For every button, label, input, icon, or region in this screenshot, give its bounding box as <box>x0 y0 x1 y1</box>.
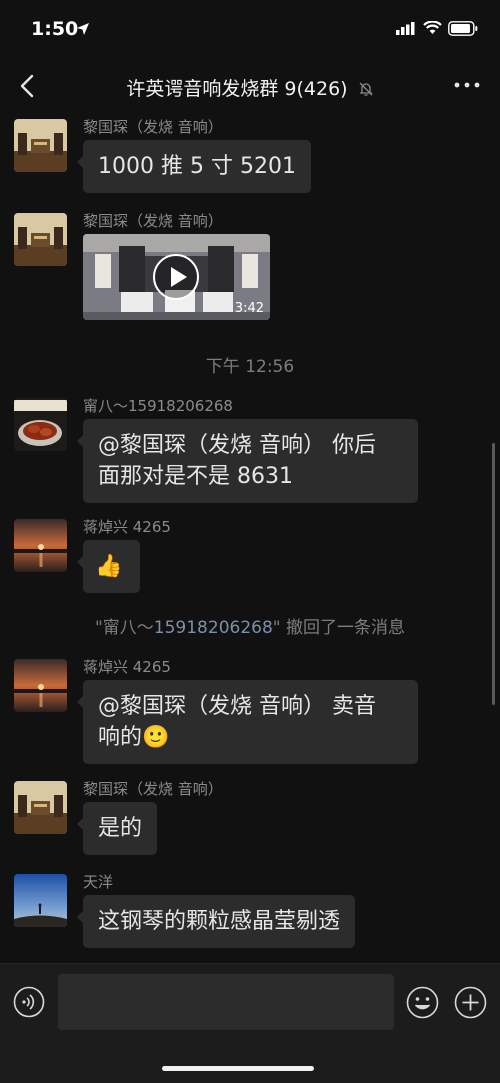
plus-circle-icon[interactable] <box>454 986 487 1019</box>
signal-icon <box>396 22 415 35</box>
message-text: 这钢琴的颗粒感晶莹剔透 <box>98 909 341 934</box>
message-bubble[interactable]: @黎国琛（发烧 音响） 你后 面那对是不是 8631 <box>77 419 418 503</box>
speaker-room-avatar <box>14 781 67 834</box>
recall-prefix: "甯八～ <box>94 618 154 638</box>
avatar[interactable] <box>14 398 67 451</box>
message-input[interactable] <box>58 974 394 1030</box>
location-arrow-icon <box>77 23 89 35</box>
recall-suffix: " 撤回了一条消息 <box>272 618 406 638</box>
input-bar <box>0 963 500 1083</box>
message-text-line: 响的🙂 <box>98 725 170 750</box>
status-time: 1:50 <box>31 18 79 40</box>
time-separator: 下午 12:56 <box>205 357 295 377</box>
video-duration: 3:42 <box>234 301 264 316</box>
message-text-line: @黎国琛（发烧 音响） 卖音 <box>98 694 376 719</box>
sender-name: 黎国琛（发烧 音响） <box>83 212 223 230</box>
chat-header: 许英谔音响发烧群 9(426) <box>0 58 500 114</box>
avatar[interactable] <box>14 781 67 834</box>
sky-silhouette-avatar <box>14 874 67 927</box>
message-text-line: @黎国琛（发烧 音响） 你后 <box>98 433 376 458</box>
speaker-room-avatar <box>14 119 67 172</box>
speaker-room-avatar <box>14 213 67 266</box>
food-plate-avatar <box>14 398 67 451</box>
message-bubble[interactable]: 是的 <box>76 802 158 855</box>
sender-name: 甯八～15918206268 <box>83 397 233 415</box>
message-bubble[interactable]: @黎国琛（发烧 音响） 卖音 响的🙂 <box>77 680 418 764</box>
sender-name: 黎国琛（发烧 音响） <box>83 118 223 136</box>
sender-name: 天洋 <box>83 873 114 891</box>
chat-title: 许英谔音响发烧群 9(426) <box>0 74 500 101</box>
message-text: 1000 推 5 寸 5201 <box>98 154 296 179</box>
sunset-avatar <box>14 519 67 572</box>
message-text-line: 面那对是不是 8631 <box>98 464 293 489</box>
voice-icon[interactable] <box>13 986 45 1018</box>
recall-notice: "甯八～15918206268" 撤回了一条消息 <box>0 613 500 638</box>
video-message[interactable]: 3:42 <box>83 234 270 320</box>
chat-title-text: 许英谔音响发烧群 9(426) <box>126 78 348 100</box>
sender-name: 黎国琛（发烧 音响） <box>83 780 223 798</box>
smiley-icon[interactable] <box>406 986 439 1019</box>
sender-name: 蒋焯兴 4265 <box>83 658 171 676</box>
recall-name-link[interactable]: 15918206268 <box>154 618 273 638</box>
avatar[interactable] <box>14 874 67 927</box>
avatar[interactable] <box>14 659 67 712</box>
avatar[interactable] <box>14 213 67 266</box>
battery-icon <box>448 21 478 36</box>
message-bubble[interactable]: 这钢琴的颗粒感晶莹剔透 <box>76 895 356 948</box>
bell-slash-icon <box>359 82 373 96</box>
home-indicator <box>162 1066 314 1071</box>
thumbs-up-emoji: 👍 <box>95 554 123 579</box>
message-bubble[interactable]: 👍 <box>77 540 140 593</box>
wifi-icon <box>423 21 442 34</box>
avatar[interactable] <box>14 519 67 572</box>
message-text: 是的 <box>98 816 143 841</box>
sunset-avatar <box>14 659 67 712</box>
ellipsis-icon[interactable] <box>450 74 484 96</box>
scrollbar-thumb[interactable] <box>492 443 495 705</box>
avatar[interactable] <box>14 119 67 172</box>
play-icon[interactable] <box>153 254 199 300</box>
message-bubble[interactable]: 1000 推 5 寸 5201 <box>77 140 311 193</box>
sender-name: 蒋焯兴 4265 <box>83 518 171 536</box>
status-bar: 1:50 <box>0 0 500 58</box>
